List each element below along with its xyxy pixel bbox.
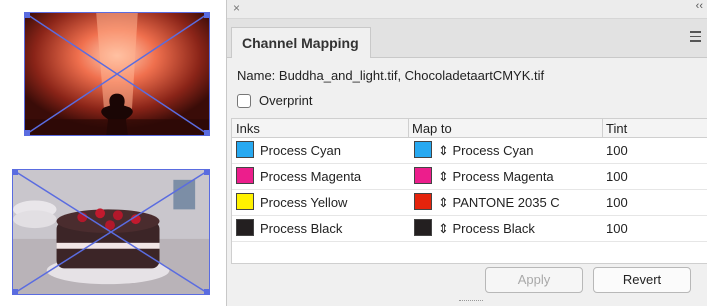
table-header: Inks Map to Tint [232,119,707,138]
table-row[interactable]: Process Magenta ⇕ Process Magenta 100 [232,164,707,190]
panel-tab-bar: Channel Mapping [227,19,707,58]
panel-title-bar: × ‹‹ [227,0,707,19]
buddha-photo [25,13,209,135]
cake-image[interactable] [12,169,210,295]
cake-photo [13,170,209,294]
map-to-dropdown[interactable]: ⇕ Process Black [438,221,535,237]
selection-handle[interactable] [25,13,30,18]
ink-name: Process Magenta [260,169,362,184]
tint-value[interactable]: 100 [606,195,628,210]
overprint-label: Overprint [259,93,313,108]
selection-handle[interactable] [204,289,209,294]
selection-handle[interactable] [204,170,209,175]
panel-menu-icon[interactable] [690,31,701,45]
map-to-dropdown[interactable]: ⇕ PANTONE 2035 C [438,195,560,211]
selection-handle[interactable] [13,170,18,175]
ink-swatch [236,141,254,158]
column-header-tint[interactable]: Tint [606,121,627,136]
ink-swatch [236,193,254,210]
selection-handle[interactable] [204,130,209,135]
tint-value[interactable]: 100 [606,221,628,236]
selection-handle[interactable] [204,13,209,18]
table-row[interactable]: Process Cyan ⇕ Process Cyan 100 [232,138,707,164]
file-names-label: Name: Buddha_and_light.tif, Chocoladetaa… [237,68,545,83]
map-swatch [414,219,432,236]
map-swatch [414,167,432,184]
ink-swatch [236,167,254,184]
ink-name: Process Yellow [260,195,348,210]
column-divider [408,119,409,137]
resize-grip[interactable] [459,300,483,303]
selection-handle[interactable] [13,289,18,294]
column-header-map-to[interactable]: Map to [412,121,452,136]
table-row[interactable]: Process Yellow ⇕ PANTONE 2035 C 100 [232,190,707,216]
map-to-dropdown[interactable]: ⇕ Process Cyan [438,143,533,159]
column-divider [602,119,603,137]
apply-button[interactable]: Apply [485,267,583,293]
buddha-image[interactable] [24,12,210,136]
ink-swatch [236,219,254,236]
column-header-inks[interactable]: Inks [236,121,260,136]
map-swatch [414,193,432,210]
selection-handle[interactable] [25,130,30,135]
overprint-checkbox[interactable]: Overprint [237,93,312,108]
revert-button[interactable]: Revert [593,267,691,293]
ink-name: Process Cyan [260,143,341,158]
ink-name: Process Black [260,221,343,236]
map-to-dropdown[interactable]: ⇕ Process Magenta [438,169,554,185]
collapse-icon[interactable]: ‹‹ [696,0,703,12]
channel-mapping-panel: × ‹‹ Channel Mapping Name: Buddha_and_li… [226,0,707,306]
tint-value[interactable]: 100 [606,143,628,158]
tab-channel-mapping[interactable]: Channel Mapping [231,27,371,58]
table-row[interactable]: Process Black ⇕ Process Black 100 [232,216,707,242]
overprint-checkbox-box[interactable] [237,93,251,108]
map-swatch [414,141,432,158]
ink-mapping-table: Inks Map to Tint Process Cyan ⇕ Process … [231,118,707,264]
close-icon[interactable]: × [233,1,240,15]
tint-value[interactable]: 100 [606,169,628,184]
